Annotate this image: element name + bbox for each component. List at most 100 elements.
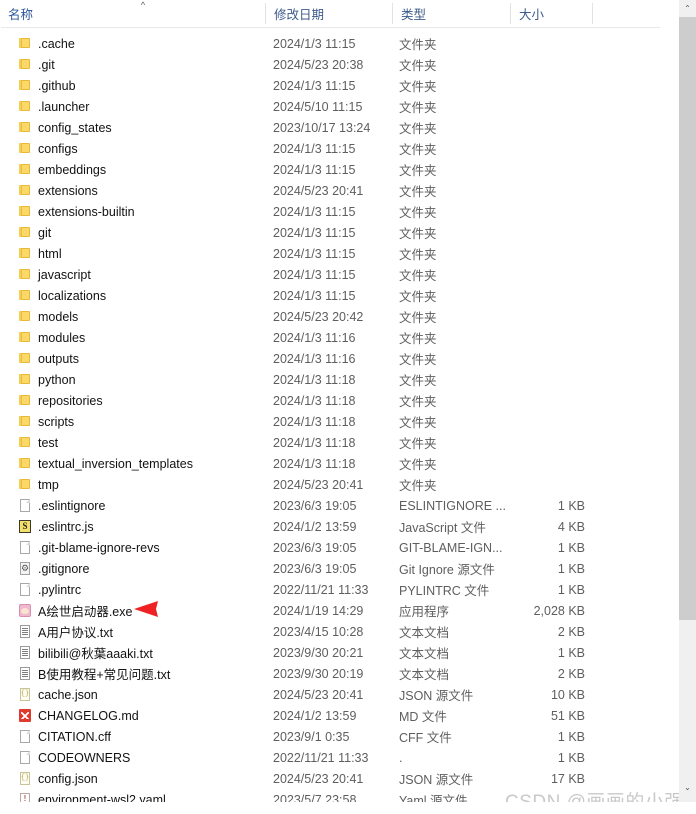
file-row[interactable]: .cache 2024/1/3 11:15 文件夹 [0,33,660,54]
file-date-cell: 2024/1/3 11:16 [273,351,356,366]
file-row[interactable]: B使用教程+常见问题.txt 2023/9/30 20:19 文本文档 2 KB [0,663,660,684]
file-row[interactable]: CODEOWNERS 2022/11/21 11:33. 1 KB [0,747,660,768]
file-row[interactable]: extensions 2024/5/23 20:41 文件夹 [0,180,660,201]
column-header-type[interactable]: 类型 [393,0,510,27]
file-name-label: extensions-builtin [38,204,135,219]
scroll-up-arrow-icon[interactable]: ⌃ [679,0,696,17]
file-name-cell[interactable]: tmp [0,474,258,495]
file-row[interactable]: html 2024/1/3 11:15 文件夹 [0,243,660,264]
file-name-cell[interactable]: scripts [0,411,258,432]
file-size-cell: 10 KB [550,687,585,702]
file-name-cell[interactable]: .cache [0,33,258,54]
file-row[interactable]: .pylintrc 2022/11/21 11:33 PYLINTRC 文件 1 KB [0,579,660,600]
file-row[interactable]: repositories 2024/1/3 11:18 文件夹 [0,390,660,411]
file-row[interactable]: git 2024/1/3 11:15 文件夹 [0,222,660,243]
file-name-cell[interactable]: configs [0,138,258,159]
file-row[interactable]: config_states 2023/10/17 13:24 文件夹 [0,117,660,138]
file-name-cell[interactable]: repositories [0,390,258,411]
javascript-icon [18,519,32,534]
file-name-cell[interactable]: config.json [0,768,258,789]
file-name-cell[interactable]: extensions-builtin [0,201,258,222]
file-name-cell[interactable]: .git [0,54,258,75]
file-row[interactable]: .git 2024/5/23 20:38 文件夹 [0,54,660,75]
scroll-down-arrow-icon[interactable]: ⌄ [679,779,696,796]
vertical-scrollbar[interactable]: ⌃ ⌄ [679,0,696,814]
file-size-cell [507,75,585,96]
file-name-cell[interactable]: CODEOWNERS [0,747,258,768]
file-name-cell[interactable]: .eslintrc.js [0,516,258,537]
file-row[interactable]: .gitignore 2023/6/3 19:05 Git Ignore 源文件 1 … [0,558,660,579]
file-name-cell[interactable]: textual_inversion_templates [0,453,258,474]
file-name-cell[interactable]: config_states [0,117,258,138]
file-row[interactable]: modules 2024/1/3 11:16 文件夹 [0,327,660,348]
file-name-cell[interactable]: javascript [0,264,258,285]
file-row[interactable]: .eslintrc.js 2024/1/2 13:59 JavaScript 文件 4… [0,516,660,537]
file-name-cell[interactable]: git [0,222,258,243]
file-row[interactable]: embeddings 2024/1/3 11:15 文件夹 [0,159,660,180]
file-type-cell: 文件夹 [399,185,437,199]
file-row[interactable]: extensions-builtin 2024/1/3 11:15 文件夹 [0,201,660,222]
file-date-cell: 2024/5/23 20:41 [273,183,364,198]
file-date-cell: 2024/1/3 11:15 [273,78,356,93]
scrollbar-thumb[interactable] [679,17,696,620]
file-type-cell: JSON 源文件 [399,689,474,703]
file-name-cell[interactable]: bilibili@秋葉aaaki.txt [0,642,258,663]
file-name-cell[interactable]: modules [0,327,258,348]
file-name-cell[interactable]: .github [0,75,258,96]
file-date-cell: 2024/1/3 11:18 [273,393,356,408]
file-name-cell[interactable]: extensions [0,180,258,201]
file-row[interactable]: config.json 2024/5/23 20:41 JSON 源文件 17 KB [0,768,660,789]
file-row[interactable]: models 2024/5/23 20:42 文件夹 [0,306,660,327]
file-row[interactable]: .launcher 2024/5/10 11:15 文件夹 [0,96,660,117]
file-row[interactable]: .eslintignore 2023/6/3 19:05 ESLINTIGNORE … [0,495,660,516]
file-name-label: CODEOWNERS [38,750,131,765]
file-row[interactable]: textual_inversion_templates 2024/1/3 11:1… [0,453,660,474]
file-row[interactable]: python 2024/1/3 11:18 文件夹 [0,369,660,390]
file-row[interactable]: CITATION.cff 2023/9/1 0:35 CFF 文件 1 KB [0,726,660,747]
file-date-cell: 2023/6/3 19:05 [273,561,357,576]
file-row[interactable]: A绘世启动器.exe 2024/1/19 14:29 应用程序 2,028 KB [0,600,660,621]
column-header-size[interactable]: 大小 [511,0,592,27]
file-name-cell[interactable]: .pylintrc [0,579,258,600]
file-row[interactable]: tmp 2024/5/23 20:41 文件夹 [0,474,660,495]
file-name-cell[interactable]: .gitignore [0,558,258,579]
file-type-cell: 文件夹 [399,122,437,136]
file-name-cell[interactable]: test [0,432,258,453]
file-name-cell[interactable]: cache.json [0,684,258,705]
column-header-name[interactable]: 名称 [0,0,265,27]
file-name-cell[interactable]: localizations [0,285,258,306]
file-date-cell: 2022/11/21 11:33 [273,582,369,597]
file-row[interactable]: scripts 2024/1/3 11:18 文件夹 [0,411,660,432]
column-header-date-modified[interactable]: 修改日期 [266,0,392,27]
file-name-cell[interactable]: python [0,369,258,390]
column-divider-4[interactable] [592,3,593,24]
file-name-cell[interactable]: html [0,243,258,264]
file-row[interactable]: .github 2024/1/3 11:15 文件夹 [0,75,660,96]
file-name-cell[interactable]: embeddings [0,159,258,180]
file-row[interactable]: localizations 2024/1/3 11:15 文件夹 [0,285,660,306]
file-date-cell: 2024/1/3 11:15 [273,36,356,51]
file-name-cell[interactable]: CHANGELOG.md [0,705,258,726]
file-name-cell[interactable]: A绘世启动器.exe [0,600,258,621]
file-name-cell[interactable]: outputs [0,348,258,369]
text-document-icon [18,624,32,639]
file-row[interactable]: bilibili@秋葉aaaki.txt 2023/9/30 20:21 文本文档 1… [0,642,660,663]
file-row[interactable]: .git-blame-ignore-revs 2023/6/3 19:05 GIT-… [0,537,660,558]
file-name-cell[interactable]: CITATION.cff [0,726,258,747]
file-name-cell[interactable]: models [0,306,258,327]
file-row[interactable]: A用户协议.txt 2023/4/15 10:28 文本文档 2 KB [0,621,660,642]
file-row[interactable]: CHANGELOG.md 2024/1/2 13:59 MD 文件 51 KB [0,705,660,726]
file-row[interactable]: outputs 2024/1/3 11:16 文件夹 [0,348,660,369]
file-name-label: config_states [38,120,112,135]
file-name-label: repositories [38,393,103,408]
file-name-cell[interactable]: .eslintignore [0,495,258,516]
file-row[interactable]: configs 2024/1/3 11:15 文件夹 [0,138,660,159]
file-name-cell[interactable]: .git-blame-ignore-revs [0,537,258,558]
file-row[interactable]: javascript 2024/1/3 11:15 文件夹 [0,264,660,285]
file-row[interactable]: test 2024/1/3 11:18 文件夹 [0,432,660,453]
file-name-cell[interactable]: A用户协议.txt [0,621,258,642]
file-name-cell[interactable]: .launcher [0,96,258,117]
file-row[interactable]: cache.json 2024/5/23 20:41 JSON 源文件 10 KB [0,684,660,705]
file-name-cell[interactable]: B使用教程+常见问题.txt [0,663,258,684]
file-name-label: A绘世启动器.exe [38,605,133,619]
